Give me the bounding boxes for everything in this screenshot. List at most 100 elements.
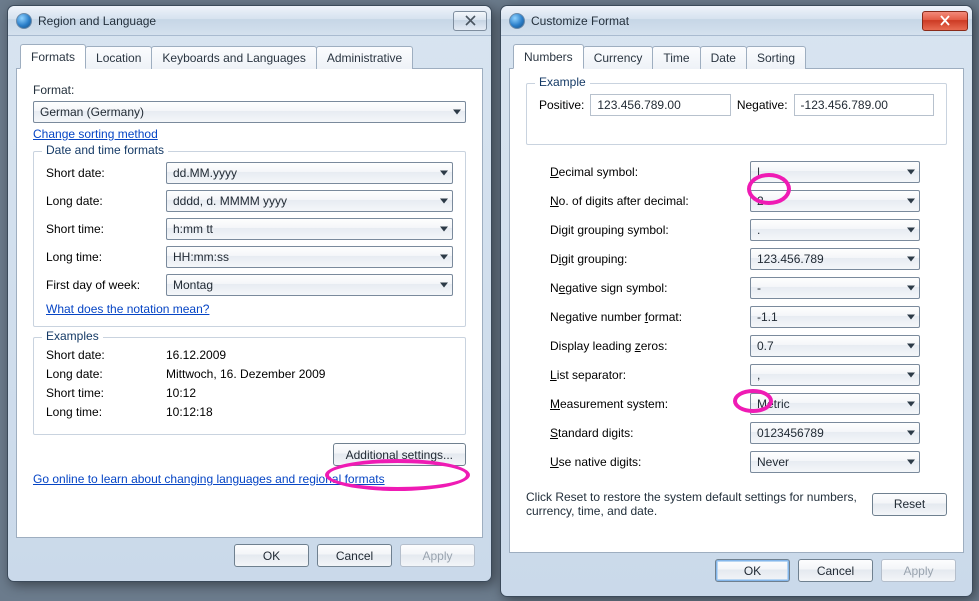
apply-button[interactable]: Apply: [881, 559, 956, 582]
chevron-down-icon: [907, 373, 915, 378]
tab-sorting[interactable]: Sorting: [746, 46, 806, 69]
native-digits-combo[interactable]: Never: [750, 451, 920, 473]
apply-button[interactable]: Apply: [400, 544, 475, 567]
chevron-down-icon: [907, 402, 915, 407]
customize-format-dialog: Customize Format Numbers Currency Time D…: [500, 5, 973, 597]
leading-zeros-label: Display leading zeros:: [550, 339, 750, 353]
online-link[interactable]: Go online to learn about changing langua…: [33, 472, 385, 486]
grouping-symbol-combo[interactable]: .: [750, 219, 920, 241]
group-legend: Example: [535, 75, 590, 89]
globe-icon: [509, 13, 525, 29]
tabstrip: Formats Location Keyboards and Languages…: [20, 45, 483, 69]
ex-long-time-label: Long time:: [46, 405, 166, 419]
measurement-combo[interactable]: Metric: [750, 393, 920, 415]
cancel-button[interactable]: Cancel: [798, 559, 873, 582]
ok-button[interactable]: OK: [715, 559, 790, 582]
ex-long-date-value: Mittwoch, 16. Dezember 2009: [166, 367, 325, 381]
dialog-buttons: OK Cancel Apply: [509, 553, 964, 588]
notation-link[interactable]: What does the notation mean?: [46, 302, 209, 316]
chevron-down-icon: [907, 344, 915, 349]
digit-grouping-combo[interactable]: 123.456.789: [750, 248, 920, 270]
negative-format-combo[interactable]: -1.1: [750, 306, 920, 328]
tab-numbers[interactable]: Numbers: [513, 44, 584, 69]
list-separator-combo[interactable]: ,: [750, 364, 920, 386]
chevron-down-icon: [907, 257, 915, 262]
positive-label: Positive:: [539, 98, 584, 112]
measurement-label: Measurement system:: [550, 397, 750, 411]
chevron-down-icon: [907, 199, 915, 204]
examples-group: Examples Short date:16.12.2009 Long date…: [33, 337, 466, 435]
decimal-symbol-combo[interactable]: |: [750, 161, 920, 183]
negative-label: Negative:: [737, 98, 788, 112]
change-sorting-link[interactable]: Change sorting method: [33, 127, 158, 141]
tab-administrative[interactable]: Administrative: [316, 46, 413, 69]
globe-icon: [16, 13, 32, 29]
chevron-down-icon: [907, 460, 915, 465]
region-language-dialog: Region and Language Formats Location Key…: [7, 5, 492, 582]
tab-time[interactable]: Time: [652, 46, 700, 69]
tab-formats[interactable]: Formats: [20, 44, 86, 69]
format-combo[interactable]: German (Germany): [33, 101, 466, 123]
short-date-label: Short date:: [46, 166, 166, 180]
long-date-label: Long date:: [46, 194, 166, 208]
reset-text: Click Reset to restore the system defaul…: [526, 490, 860, 518]
chevron-down-icon: [440, 199, 448, 204]
long-date-combo[interactable]: dddd, d. MMMM yyyy: [166, 190, 453, 212]
close-button[interactable]: [453, 11, 487, 31]
list-separator-label: List separator:: [550, 368, 750, 382]
standard-digits-label: Standard digits:: [550, 426, 750, 440]
digits-after-label: No. of digits after decimal:: [550, 194, 750, 208]
leading-zeros-combo[interactable]: 0.7: [750, 335, 920, 357]
ex-long-time-value: 10:12:18: [166, 405, 213, 419]
window-title: Region and Language: [38, 14, 449, 28]
group-legend: Date and time formats: [42, 143, 168, 157]
negative-sign-label: Negative sign symbol:: [550, 281, 750, 295]
tab-currency[interactable]: Currency: [583, 46, 654, 69]
tab-panel: Format: German (Germany) Change sorting …: [16, 68, 483, 538]
dialog-buttons: OK Cancel Apply: [16, 538, 483, 573]
chevron-down-icon: [907, 431, 915, 436]
titlebar[interactable]: Customize Format: [501, 6, 972, 36]
reset-button[interactable]: Reset: [872, 493, 947, 516]
negative-sign-combo[interactable]: -: [750, 277, 920, 299]
decimal-symbol-label: Decimal symbol:: [550, 165, 750, 179]
standard-digits-combo[interactable]: 0123456789: [750, 422, 920, 444]
short-date-combo[interactable]: dd.MM.yyyy: [166, 162, 453, 184]
ex-short-date-label: Short date:: [46, 348, 166, 362]
ex-long-date-label: Long date:: [46, 367, 166, 381]
tab-date[interactable]: Date: [700, 46, 747, 69]
negative-value: -123.456.789.00: [794, 94, 934, 116]
ok-button[interactable]: OK: [234, 544, 309, 567]
ex-short-date-value: 16.12.2009: [166, 348, 226, 362]
long-time-label: Long time:: [46, 250, 166, 264]
format-label: Format:: [33, 83, 466, 97]
date-time-formats-group: Date and time formats Short date: dd.MM.…: [33, 151, 466, 327]
tab-location[interactable]: Location: [85, 46, 152, 69]
chevron-down-icon: [907, 228, 915, 233]
cancel-button[interactable]: Cancel: [317, 544, 392, 567]
additional-settings-button[interactable]: Additional settings...: [333, 443, 466, 466]
tabstrip: Numbers Currency Time Date Sorting: [513, 45, 964, 69]
first-day-combo[interactable]: Montag: [166, 274, 453, 296]
digits-after-combo[interactable]: 2: [750, 190, 920, 212]
tab-keyboards[interactable]: Keyboards and Languages: [151, 46, 316, 69]
short-time-label: Short time:: [46, 222, 166, 236]
titlebar[interactable]: Region and Language: [8, 6, 491, 36]
chevron-down-icon: [907, 170, 915, 175]
chevron-down-icon: [440, 171, 448, 176]
first-day-label: First day of week:: [46, 278, 166, 292]
close-button[interactable]: [922, 11, 968, 31]
native-digits-label: Use native digits:: [550, 455, 750, 469]
short-time-combo[interactable]: h:mm tt: [166, 218, 453, 240]
digit-grouping-label: Digit grouping:: [550, 252, 750, 266]
long-time-combo[interactable]: HH:mm:ss: [166, 246, 453, 268]
example-group: Example Positive: 123.456.789.00 Negativ…: [526, 83, 947, 145]
ex-short-time-label: Short time:: [46, 386, 166, 400]
chevron-down-icon: [907, 315, 915, 320]
positive-value: 123.456.789.00: [590, 94, 730, 116]
window-title: Customize Format: [531, 14, 918, 28]
chevron-down-icon: [440, 255, 448, 260]
chevron-down-icon: [440, 227, 448, 232]
grouping-symbol-label: Digit grouping symbol:: [550, 223, 750, 237]
tab-panel: Example Positive: 123.456.789.00 Negativ…: [509, 68, 964, 553]
